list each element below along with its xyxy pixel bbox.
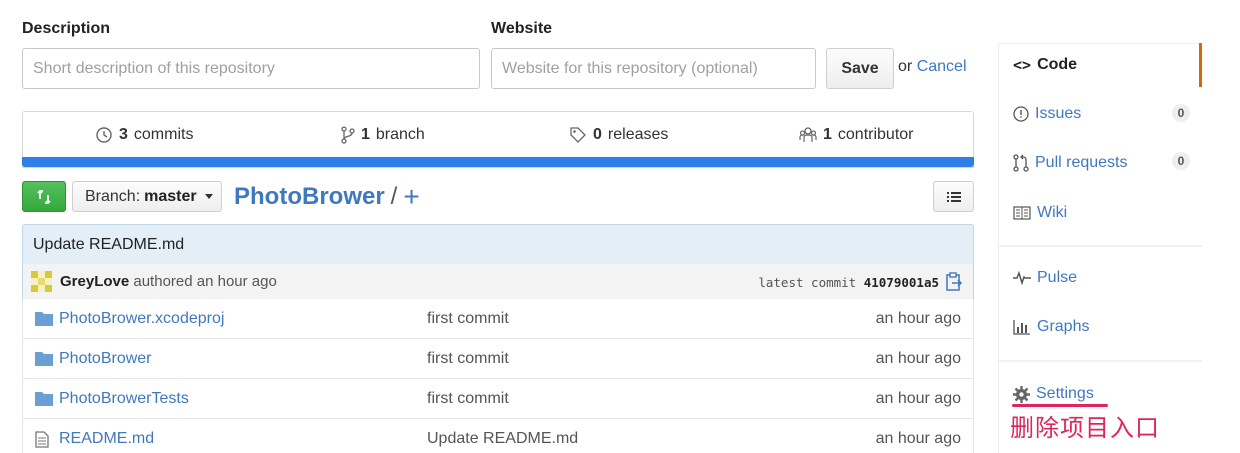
nav-wiki[interactable]: Wiki bbox=[1013, 204, 1067, 222]
code-icon: <> bbox=[1013, 56, 1032, 74]
nav-pull-requests-label: Pull requests bbox=[1035, 154, 1128, 171]
tag-icon bbox=[570, 127, 586, 143]
graph-icon bbox=[1013, 320, 1030, 335]
folder-icon bbox=[35, 312, 53, 326]
website-label: Website bbox=[491, 20, 553, 37]
file-row: PhotoBrower first commit an hour ago bbox=[22, 339, 974, 379]
nav-settings[interactable]: Settings bbox=[1013, 385, 1094, 403]
author-name[interactable]: GreyLove bbox=[60, 273, 129, 290]
path-separator: / bbox=[390, 183, 398, 210]
file-name-link[interactable]: README.md bbox=[59, 430, 154, 448]
list-icon bbox=[946, 191, 961, 202]
list-view-button[interactable] bbox=[933, 181, 974, 212]
gear-icon bbox=[1013, 385, 1030, 403]
file-commit-message[interactable]: first commit bbox=[427, 390, 509, 408]
latest-commit-label: latest commit bbox=[758, 275, 857, 290]
commits-count: 3 bbox=[119, 126, 128, 143]
branch-name: master bbox=[144, 187, 197, 205]
description-input[interactable] bbox=[22, 48, 480, 89]
nav-pulse[interactable]: Pulse bbox=[1013, 269, 1077, 287]
branch-prefix: Branch: bbox=[85, 187, 141, 205]
nav-group-stats: Pulse Graphs bbox=[998, 246, 1202, 361]
authored-time: authored an hour ago bbox=[133, 273, 277, 290]
commit-hash[interactable]: 41079001a5 bbox=[864, 275, 939, 290]
branch-count: 1 bbox=[361, 126, 370, 143]
nav-pull-requests[interactable]: Pull requests bbox=[1013, 154, 1128, 172]
file-commit-message[interactable]: first commit bbox=[427, 310, 509, 328]
chevron-down-icon bbox=[204, 194, 213, 199]
commit-author: GreyLove authored an hour ago bbox=[60, 273, 277, 290]
contributor-label: contributor bbox=[837, 126, 914, 143]
file-icon bbox=[35, 431, 49, 448]
commit-meta: GreyLove authored an hour ago latest com… bbox=[22, 264, 974, 300]
folder-icon bbox=[35, 352, 53, 366]
pulse-icon bbox=[1013, 271, 1031, 285]
annotation-text: 删除项目入口 bbox=[1010, 414, 1160, 442]
file-age: an hour ago bbox=[875, 390, 961, 407]
repo-name-link[interactable]: PhotoBrower bbox=[234, 183, 385, 211]
nav-issues[interactable]: Issues bbox=[1013, 105, 1081, 123]
commits-label: commits bbox=[133, 126, 194, 143]
avatar[interactable] bbox=[31, 271, 52, 292]
history-icon bbox=[96, 127, 112, 143]
commit-message[interactable]: Update README.md bbox=[22, 224, 974, 265]
cancel-link[interactable]: Cancel bbox=[917, 58, 967, 75]
branch-select[interactable]: Branch: master bbox=[72, 181, 222, 212]
book-icon bbox=[1013, 206, 1031, 220]
branch-icon bbox=[341, 126, 355, 144]
releases-label: releases bbox=[607, 126, 669, 143]
annotation-underline bbox=[1012, 404, 1108, 407]
file-row: PhotoBrower.xcodeproj first commit an ho… bbox=[22, 299, 974, 339]
repo-sidebar: <> Code Issues 0 Pull requests 0 Wiki Pu… bbox=[998, 0, 1202, 453]
file-age: an hour ago bbox=[875, 310, 961, 327]
or-cancel: or Cancel bbox=[898, 58, 967, 76]
nav-graphs[interactable]: Graphs bbox=[1013, 318, 1089, 336]
language-bar bbox=[22, 157, 974, 167]
issues-count-badge: 0 bbox=[1172, 104, 1190, 122]
latest-commit: latest commit 41079001a5 bbox=[758, 275, 939, 290]
branch-stat[interactable]: 1 branch bbox=[341, 126, 425, 144]
nav-code-label: Code bbox=[1037, 56, 1078, 73]
pull-request-icon bbox=[1013, 154, 1029, 172]
nav-pulse-label: Pulse bbox=[1037, 269, 1078, 286]
branch-label: branch bbox=[375, 126, 425, 143]
file-commit-message[interactable]: first commit bbox=[427, 350, 509, 368]
nav-graphs-label: Graphs bbox=[1037, 318, 1090, 335]
folder-icon bbox=[35, 392, 53, 406]
organization-icon bbox=[799, 127, 817, 142]
file-row: PhotoBrowerTests first commit an hour ag… bbox=[22, 379, 974, 419]
clipboard-icon[interactable] bbox=[945, 272, 963, 292]
pull-requests-count-badge: 0 bbox=[1172, 152, 1190, 170]
issue-opened-icon bbox=[1013, 106, 1029, 122]
nav-settings-label: Settings bbox=[1036, 385, 1094, 402]
nav-code[interactable]: <> Code bbox=[1013, 56, 1077, 74]
file-commit-message[interactable]: Update README.md bbox=[427, 430, 578, 448]
compare-icon bbox=[37, 189, 51, 204]
nav-issues-label: Issues bbox=[1035, 105, 1082, 122]
contributor-count: 1 bbox=[823, 126, 832, 143]
file-name-link[interactable]: PhotoBrower.xcodeproj bbox=[59, 310, 224, 328]
add-file-button[interactable]: + bbox=[403, 181, 419, 213]
releases-count: 0 bbox=[593, 126, 602, 143]
breadcrumb: PhotoBrower / + bbox=[234, 181, 420, 213]
website-input[interactable] bbox=[491, 48, 816, 89]
nav-wiki-label: Wiki bbox=[1037, 204, 1068, 221]
releases-stat[interactable]: 0 releases bbox=[569, 126, 668, 144]
file-name-link[interactable]: PhotoBrower bbox=[59, 350, 152, 368]
contributor-stat[interactable]: 1 contributor bbox=[799, 126, 914, 144]
file-age: an hour ago bbox=[875, 430, 961, 447]
file-age: an hour ago bbox=[875, 350, 961, 367]
file-name-link[interactable]: PhotoBrowerTests bbox=[59, 390, 189, 408]
or-text: or bbox=[898, 58, 913, 75]
file-row: README.md Update README.md an hour ago bbox=[22, 419, 974, 453]
nav-group-main: <> Code Issues 0 Pull requests 0 Wiki bbox=[998, 43, 1202, 246]
description-label: Description bbox=[22, 20, 111, 37]
compare-button[interactable] bbox=[22, 181, 66, 212]
save-button[interactable]: Save bbox=[826, 48, 894, 89]
commits-stat[interactable]: 3 commits bbox=[95, 126, 193, 144]
selected-tab-indicator bbox=[1199, 43, 1202, 87]
